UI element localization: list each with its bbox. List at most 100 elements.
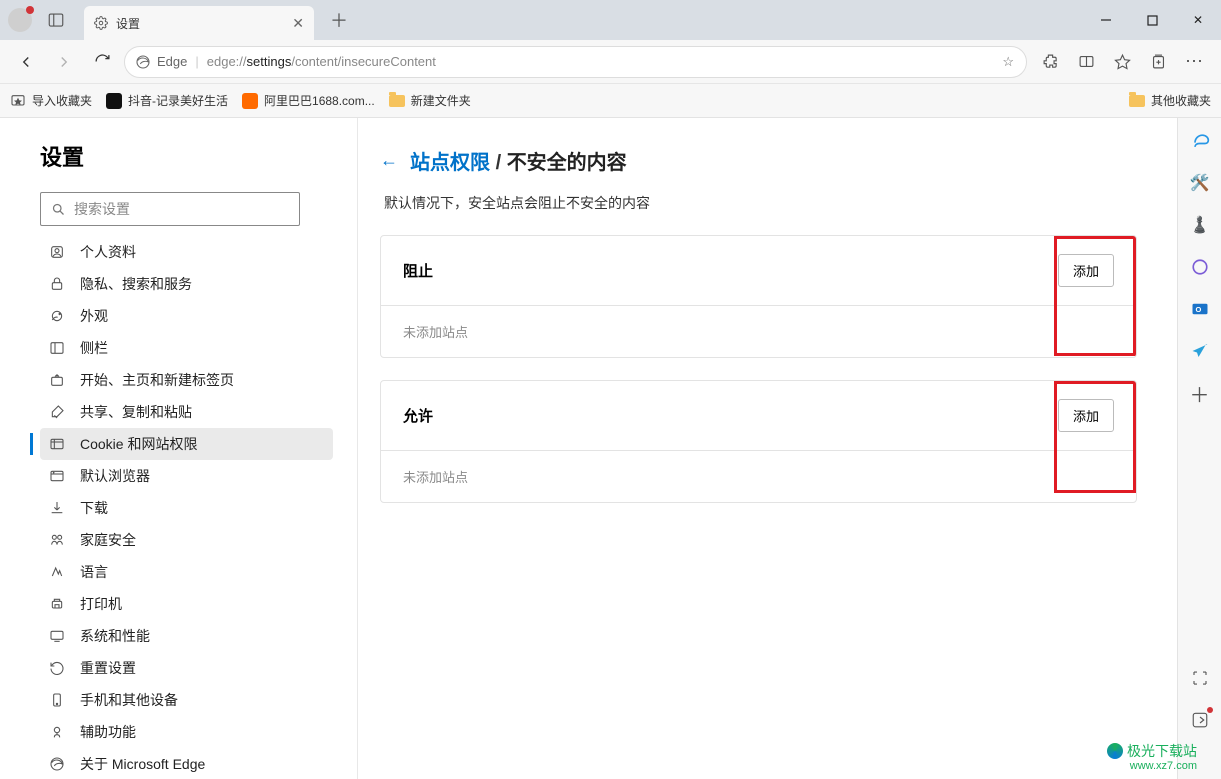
page-description: 默认情况下，安全站点会阻止不安全的内容 xyxy=(384,193,1137,213)
bookmark-favicon xyxy=(106,93,122,109)
sidebar-app-icon[interactable]: ♟️ xyxy=(1189,214,1211,236)
sidebar-item[interactable]: 侧栏 xyxy=(40,332,333,364)
sidebar-item[interactable]: 重置设置 xyxy=(40,652,333,684)
sidebar-item-icon xyxy=(48,307,66,325)
allow-section-title: 允许 xyxy=(403,405,433,426)
bookmark-item[interactable]: 新建文件夹 xyxy=(389,92,471,109)
sidebar-item[interactable]: 语言 xyxy=(40,556,333,588)
close-tab-icon[interactable]: ✕ xyxy=(292,15,304,32)
sidebar-item[interactable]: 共享、复制和粘贴 xyxy=(40,396,333,428)
settings-title: 设置 xyxy=(40,140,333,172)
sidebar-item-label: 外观 xyxy=(80,306,108,326)
sidebar-item-label: 开始、主页和新建标签页 xyxy=(80,370,234,390)
block-section-card: 阻止 添加 未添加站点 xyxy=(380,235,1137,358)
tab-actions-icon[interactable] xyxy=(42,6,70,34)
tab-title: 设置 xyxy=(116,15,140,32)
sidebar-item-icon xyxy=(48,627,66,645)
collections-icon[interactable] xyxy=(1141,46,1175,78)
minimize-button[interactable] xyxy=(1083,0,1129,40)
sidebar-app-icon[interactable]: 🛠️ xyxy=(1189,172,1211,194)
block-section-title: 阻止 xyxy=(403,260,433,281)
sidebar-item[interactable]: 家庭安全 xyxy=(40,524,333,556)
sidebar-item-icon xyxy=(48,435,66,453)
other-favorites-button[interactable]: 其他收藏夹 xyxy=(1129,92,1211,109)
refresh-button[interactable] xyxy=(86,46,118,78)
allow-section-card: 允许 添加 未添加站点 xyxy=(380,380,1137,503)
sidebar-item-label: 语言 xyxy=(80,562,108,582)
search-icon xyxy=(51,202,66,217)
sidebar-item-icon xyxy=(48,723,66,741)
browser-tab[interactable]: 设置 ✕ xyxy=(84,6,314,40)
outlook-icon[interactable]: O xyxy=(1189,298,1211,320)
sidebar-item-icon xyxy=(48,531,66,549)
back-button[interactable] xyxy=(10,46,42,78)
split-screen-icon[interactable] xyxy=(1069,46,1103,78)
address-scheme-label: Edge xyxy=(157,54,187,69)
add-allow-button[interactable]: 添加 xyxy=(1058,399,1114,432)
breadcrumb-parent[interactable]: 站点权限 xyxy=(410,152,490,174)
add-block-button[interactable]: 添加 xyxy=(1058,254,1114,287)
sidebar-item-label: 辅助功能 xyxy=(80,722,136,742)
sidebar-item[interactable]: 默认浏览器 xyxy=(40,460,333,492)
sidebar-item-icon xyxy=(48,467,66,485)
sidebar-item[interactable]: Cookie 和网站权限 xyxy=(40,428,333,460)
settings-main: ← 站点权限 / 不安全的内容 默认情况下，安全站点会阻止不安全的内容 阻止 添… xyxy=(358,118,1177,779)
maximize-button[interactable] xyxy=(1129,0,1175,40)
sidebar-item[interactable]: 开始、主页和新建标签页 xyxy=(40,364,333,396)
import-icon xyxy=(10,93,26,109)
sidebar-item[interactable]: 下载 xyxy=(40,492,333,524)
sidebar-item-label: 家庭安全 xyxy=(80,530,136,550)
sidebar-item-label: 下载 xyxy=(80,498,108,518)
favorites-icon[interactable] xyxy=(1105,46,1139,78)
extensions-icon[interactable] xyxy=(1033,46,1067,78)
screenshot-icon[interactable] xyxy=(1189,667,1211,689)
sidebar-item[interactable]: 隐私、搜索和服务 xyxy=(40,268,333,300)
sidebar-item[interactable]: 辅助功能 xyxy=(40,716,333,748)
folder-icon xyxy=(1129,95,1145,107)
svg-text:O: O xyxy=(1195,305,1201,314)
menu-icon[interactable]: ⋯ xyxy=(1177,46,1211,78)
browser-toolbar: Edge | edge://settings/content/insecureC… xyxy=(0,40,1221,84)
bookmark-item[interactable]: 阿里巴巴1688.com... xyxy=(242,92,375,109)
search-settings-input[interactable]: 搜索设置 xyxy=(40,192,300,226)
gear-icon xyxy=(94,16,108,30)
sidebar-item-label: 共享、复制和粘贴 xyxy=(80,402,192,422)
sidebar-item[interactable]: 关于 Microsoft Edge xyxy=(40,748,333,779)
sidebar-item[interactable]: 系统和性能 xyxy=(40,620,333,652)
watermark: 极光下载站 www.xz7.com xyxy=(1107,743,1197,773)
sidebar-item-label: Cookie 和网站权限 xyxy=(80,434,197,454)
sidebar-item-icon xyxy=(48,499,66,517)
copilot-icon[interactable] xyxy=(1189,130,1211,152)
sidebar-item[interactable]: 个人资料 xyxy=(40,236,333,268)
window-titlebar: 设置 ✕ ＋ ✕ xyxy=(0,0,1221,40)
sidebar-item[interactable]: 打印机 xyxy=(40,588,333,620)
close-window-button[interactable]: ✕ xyxy=(1175,0,1221,40)
url-text: edge://settings/content/insecureContent xyxy=(207,54,436,69)
profile-icon[interactable] xyxy=(8,8,32,32)
sidebar-item-label: 重置设置 xyxy=(80,658,136,678)
sidebar-item-icon xyxy=(48,595,66,613)
forward-button xyxy=(48,46,80,78)
bookmarks-bar: 导入收藏夹 抖音-记录美好生活 阿里巴巴1688.com... 新建文件夹 其他… xyxy=(0,84,1221,118)
sidebar-settings-icon[interactable] xyxy=(1189,709,1211,731)
bookmark-item[interactable]: 抖音-记录美好生活 xyxy=(106,92,228,109)
sidebar-app-icon[interactable] xyxy=(1189,340,1211,362)
favorite-star-icon[interactable]: ☆ xyxy=(1002,54,1014,70)
back-arrow-icon[interactable]: ← xyxy=(380,150,398,171)
breadcrumb-current: 不安全的内容 xyxy=(507,152,627,174)
sidebar-item-label: 隐私、搜索和服务 xyxy=(80,274,192,294)
edge-sidebar: 🛠️ ♟️ O ＋ xyxy=(1177,118,1221,779)
import-favorites-button[interactable]: 导入收藏夹 xyxy=(10,92,92,109)
sidebar-item-label: 关于 Microsoft Edge xyxy=(80,754,205,774)
sidebar-item-icon xyxy=(48,275,66,293)
add-sidebar-app-icon[interactable]: ＋ xyxy=(1189,382,1211,404)
page-breadcrumb: ← 站点权限 / 不安全的内容 xyxy=(380,146,1137,175)
address-bar[interactable]: Edge | edge://settings/content/insecureC… xyxy=(124,46,1027,78)
new-tab-button[interactable]: ＋ xyxy=(324,5,354,35)
sidebar-item-icon xyxy=(48,691,66,709)
sidebar-item[interactable]: 手机和其他设备 xyxy=(40,684,333,716)
sidebar-app-icon[interactable] xyxy=(1189,256,1211,278)
sidebar-item-icon xyxy=(48,371,66,389)
sidebar-item-icon xyxy=(48,755,66,773)
sidebar-item[interactable]: 外观 xyxy=(40,300,333,332)
